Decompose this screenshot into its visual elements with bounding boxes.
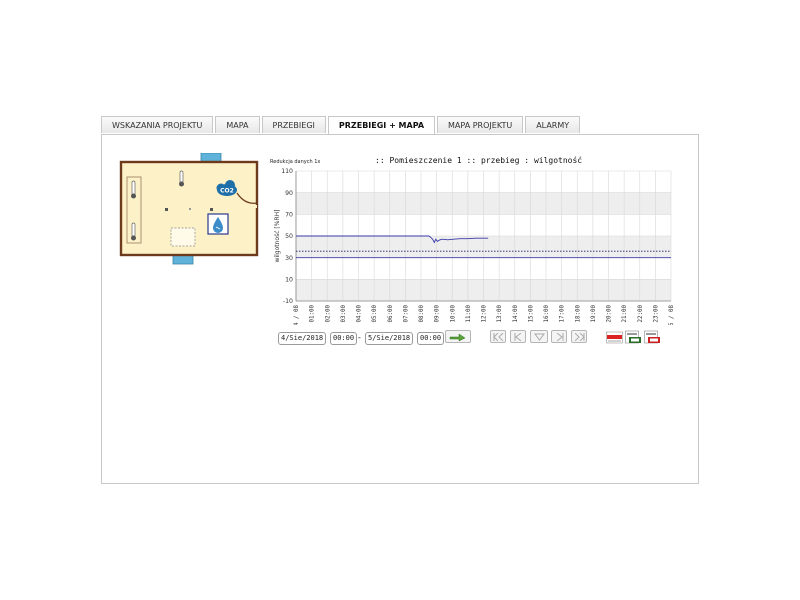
- x-tick-label: 07:00: [403, 304, 409, 322]
- y-tick-label: -10: [283, 298, 293, 305]
- x-tick-label: 03:00: [341, 304, 347, 322]
- skip-last-icon: [574, 333, 585, 341]
- window-icon: [172, 254, 194, 265]
- tab-mapa[interactable]: MAPA: [215, 116, 260, 133]
- door-gap: [239, 205, 257, 208]
- x-tick-label: 01:00: [310, 304, 316, 322]
- skip-first-button[interactable]: [490, 330, 506, 343]
- sensor-point: [210, 208, 213, 211]
- date-to-input[interactable]: 5/Sie/2018: [365, 332, 414, 345]
- time-from-input[interactable]: 00:00: [330, 332, 358, 345]
- table: [170, 227, 196, 247]
- center-down-icon: [533, 333, 545, 341]
- x-tick-label: 08:00: [419, 304, 425, 322]
- date-from-input[interactable]: 4/Sie/2018: [278, 332, 327, 345]
- x-tick-label: 15:00: [528, 304, 534, 322]
- y-tick-label: 110: [281, 168, 293, 175]
- thermometer-icon: [179, 170, 184, 187]
- x-tick-label: 04:00: [357, 304, 363, 322]
- y-tick-label: 30: [285, 255, 293, 262]
- thermometer-icon: [131, 222, 136, 241]
- sensor-point: [165, 208, 168, 211]
- x-tick-label: 18:00: [575, 304, 581, 322]
- x-tick-label: 10:00: [450, 304, 456, 322]
- x-tick-label: 17:00: [560, 304, 566, 322]
- step-forward-button[interactable]: [551, 330, 567, 343]
- chart-title: :: Pomieszczenie 1 :: przebieg : wilgotn…: [375, 155, 582, 165]
- x-tick-label: 02:00: [325, 304, 331, 322]
- x-tick-label: 05:00: [372, 304, 378, 322]
- x-tick-label: 14:00: [513, 304, 519, 322]
- refresh-arrow-icon: [449, 333, 466, 342]
- x-tick-label: 23:00: [653, 304, 659, 322]
- x-tick-label: 21:00: [622, 304, 628, 322]
- center-down-button[interactable]: [530, 330, 548, 343]
- x-tick-label: 04 / 08: [294, 304, 300, 325]
- x-tick-label: 20:00: [607, 304, 613, 322]
- y-axis-label: wilgotność [%RH]: [274, 210, 281, 263]
- y-tick-label: 70: [285, 212, 293, 219]
- tab-wskazania-projektu[interactable]: WSKAZANIA PROJEKTU: [101, 116, 214, 133]
- step-forward-icon: [556, 333, 563, 341]
- tab-mapa-projektu[interactable]: MAPA PROJEKTU: [437, 116, 524, 133]
- y-tick-label: 10: [285, 277, 293, 284]
- tab-alarmy[interactable]: ALARMY: [525, 116, 581, 133]
- tab-przebiegi-mapa[interactable]: PRZEBIEGI + MAPA: [327, 116, 436, 135]
- report-icon-1[interactable]: [606, 330, 623, 344]
- reduction-label: Redukcja danych 1x: [270, 159, 320, 165]
- tab-bar: WSKAZANIA PROJEKTU MAPA PRZEBIEGI PRZEBIEGI…: [101, 116, 582, 135]
- plot-area: 110 90 70 50 30 10 -1004 / 08 01:00 02:00 03:00 04…: [274, 168, 675, 325]
- time-to-input[interactable]: 00:00: [417, 332, 445, 345]
- x-tick-label: 05 / 08: [669, 304, 675, 325]
- x-tick-label: 12:00: [482, 304, 488, 322]
- x-tick-label: 16:00: [544, 304, 550, 322]
- x-tick-label: 13:00: [497, 304, 503, 322]
- report-icon-3[interactable]: [644, 330, 661, 344]
- skip-first-icon: [492, 333, 503, 341]
- x-tick-label: 22:00: [638, 304, 644, 322]
- humidity-drop-icon[interactable]: [207, 213, 229, 235]
- thermometer-icon: [131, 180, 136, 199]
- x-tick-label: 06:00: [388, 304, 394, 322]
- step-back-button[interactable]: [510, 330, 526, 343]
- y-tick-label: 50: [285, 233, 293, 240]
- window-icon: [200, 153, 222, 163]
- humidity-chart: Redukcja danych 1x :: Pomieszczenie 1 ::…: [270, 155, 675, 325]
- co2-label: CO2: [220, 188, 234, 195]
- report-icon-2[interactable]: [625, 330, 642, 344]
- date-separator: -: [358, 333, 361, 342]
- step-back-icon: [514, 333, 521, 341]
- x-tick-label: 19:00: [591, 304, 597, 322]
- tab-przebiegi[interactable]: PRZEBIEGI: [261, 116, 326, 133]
- x-tick-label: 09:00: [435, 304, 441, 322]
- floor-plan: CO2: [119, 153, 259, 265]
- skip-last-button[interactable]: [571, 330, 587, 343]
- y-tick-label: 90: [285, 190, 293, 197]
- sensor-point: [189, 208, 191, 210]
- x-tick-label: 11:00: [466, 304, 472, 322]
- refresh-chart-button[interactable]: [445, 330, 471, 343]
